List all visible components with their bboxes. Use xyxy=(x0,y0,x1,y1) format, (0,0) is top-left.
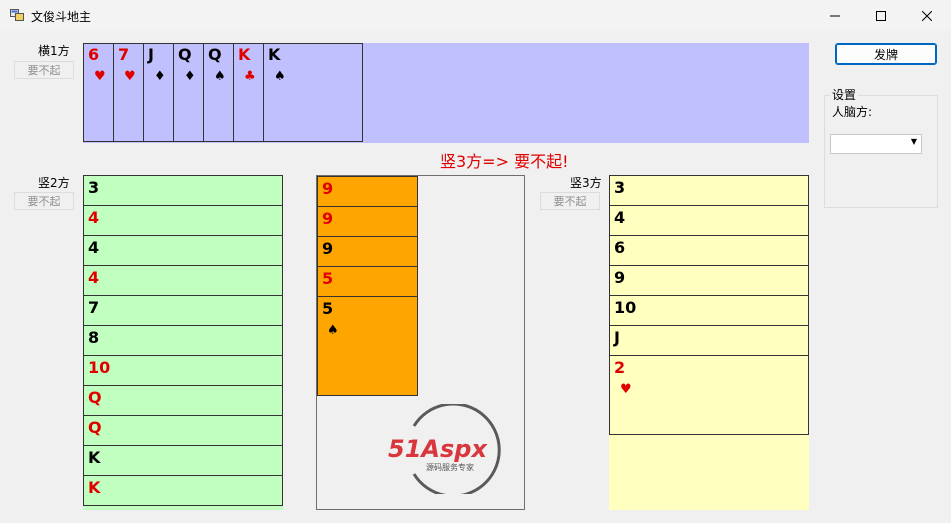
playing-card[interactable]: 2 ♥ xyxy=(609,355,809,435)
card-rank: 5 xyxy=(322,299,334,318)
card-rank: 4 xyxy=(88,208,100,227)
deal-button[interactable]: 发牌 xyxy=(835,43,937,65)
card-rank: 3 xyxy=(88,178,100,197)
playing-card[interactable]: Q xyxy=(83,415,283,446)
playing-card[interactable]: 7 xyxy=(83,295,283,326)
playing-card[interactable]: Q ♠ xyxy=(203,43,234,142)
maximize-icon xyxy=(876,10,886,21)
watermark-tagline: 源码服务专家 xyxy=(426,462,474,472)
card-rank: 9 xyxy=(322,209,334,228)
watermark-brand: 51Aspx xyxy=(388,435,488,463)
card-suit: ♦ xyxy=(154,69,166,84)
playing-card[interactable]: K xyxy=(83,445,283,476)
card-rank: 8 xyxy=(88,328,100,347)
card-rank: 3 xyxy=(614,178,626,197)
ai-player-select[interactable]: ▼ xyxy=(830,134,922,154)
card-suit: ♠ xyxy=(327,323,339,338)
playing-card[interactable]: 9 xyxy=(609,265,809,296)
card-rank: 7 xyxy=(88,298,100,317)
playing-card[interactable]: 4 xyxy=(609,205,809,236)
top-pass-button[interactable]: 要不起 xyxy=(14,61,74,79)
left-player-label: 竖2方 xyxy=(38,176,70,190)
watermark-logo: 51Aspx 源码服务专家 xyxy=(386,402,516,498)
playing-card[interactable]: 3 xyxy=(83,175,283,206)
playing-card[interactable]: K ♣ xyxy=(233,43,264,142)
card-suit: ♥ xyxy=(94,69,106,84)
card-rank: 6 xyxy=(614,238,626,257)
playing-card[interactable]: 4 xyxy=(83,205,283,236)
right-player-label: 竖3方 xyxy=(570,176,602,190)
playing-card[interactable]: 3 xyxy=(609,175,809,206)
card-rank: Q xyxy=(208,45,222,64)
card-rank: Q xyxy=(88,388,102,407)
playing-card[interactable]: K ♠ xyxy=(263,43,363,142)
top-player-label: 横1方 xyxy=(38,44,70,58)
card-rank: Q xyxy=(178,45,192,64)
left-hand: 3 4 4 4 7 8 10 Q Q K K xyxy=(83,175,283,510)
minimize-icon xyxy=(830,15,840,16)
ai-player-label: 人脑方: xyxy=(832,105,873,119)
playing-card[interactable]: 10 xyxy=(83,355,283,386)
window-title: 文俊斗地主 xyxy=(31,10,92,24)
card-suit: ♠ xyxy=(274,69,286,84)
close-icon xyxy=(922,10,932,21)
right-hand: 3 4 6 9 10 J 2 ♥ xyxy=(609,175,809,510)
close-button[interactable] xyxy=(904,0,950,31)
card-rank: 7 xyxy=(118,45,130,64)
playing-card[interactable]: K xyxy=(83,475,283,506)
playing-card[interactable]: 10 xyxy=(609,295,809,326)
card-rank: K xyxy=(88,448,101,467)
playing-card[interactable]: Q ♦ xyxy=(173,43,204,142)
playing-card[interactable]: 4 xyxy=(83,265,283,296)
right-pass-button[interactable]: 要不起 xyxy=(540,192,600,210)
card-rank: 9 xyxy=(322,179,334,198)
card-rank: 6 xyxy=(88,45,100,64)
played-card: 5 xyxy=(317,266,418,297)
chevron-down-icon: ▼ xyxy=(910,137,917,146)
played-card: 5 ♠ xyxy=(317,296,418,396)
card-suit: ♣ xyxy=(244,69,256,84)
playing-card[interactable]: J xyxy=(609,325,809,356)
title-bar xyxy=(0,0,951,31)
maximize-button[interactable] xyxy=(858,0,904,31)
card-rank: 10 xyxy=(88,358,111,377)
left-pass-button[interactable]: 要不起 xyxy=(14,192,74,210)
card-rank: 2 xyxy=(614,358,626,377)
card-suit: ♦ xyxy=(184,69,196,84)
playing-card[interactable]: J ♦ xyxy=(143,43,174,142)
played-card: 9 xyxy=(317,206,418,237)
playing-card[interactable]: Q xyxy=(83,385,283,416)
card-rank: Q xyxy=(88,418,102,437)
card-rank: 4 xyxy=(88,268,100,287)
playing-card[interactable]: 6 xyxy=(609,235,809,266)
card-rank: 4 xyxy=(614,208,626,227)
playing-card[interactable]: 7 ♥ xyxy=(113,43,144,142)
minimize-button[interactable] xyxy=(812,0,858,31)
card-rank: J xyxy=(148,45,154,64)
playing-card[interactable]: 6 ♥ xyxy=(83,43,114,142)
playing-card[interactable]: 8 xyxy=(83,325,283,356)
playing-card[interactable]: 4 xyxy=(83,235,283,266)
played-card: 9 xyxy=(317,236,418,267)
card-suit: ♥ xyxy=(620,382,632,397)
card-rank: 5 xyxy=(322,269,334,288)
card-rank: 4 xyxy=(88,238,100,257)
card-rank: K xyxy=(268,45,281,64)
top-hand: 6 ♥ 7 ♥ J ♦ Q ♦ Q ♠ K ♣ K ♠ xyxy=(83,43,809,143)
card-rank: 10 xyxy=(614,298,637,317)
card-rank: J xyxy=(614,328,620,347)
settings-title: 设置 xyxy=(830,86,859,103)
card-rank: 9 xyxy=(614,268,626,287)
card-suit: ♠ xyxy=(214,69,226,84)
card-rank: K xyxy=(88,478,101,497)
card-rank: 9 xyxy=(322,239,334,258)
card-rank: K xyxy=(238,45,251,64)
played-card: 9 xyxy=(317,176,418,207)
card-suit: ♥ xyxy=(124,69,136,84)
status-message: 竖3方=> 要不起! xyxy=(440,152,569,171)
app-icon xyxy=(10,9,24,21)
